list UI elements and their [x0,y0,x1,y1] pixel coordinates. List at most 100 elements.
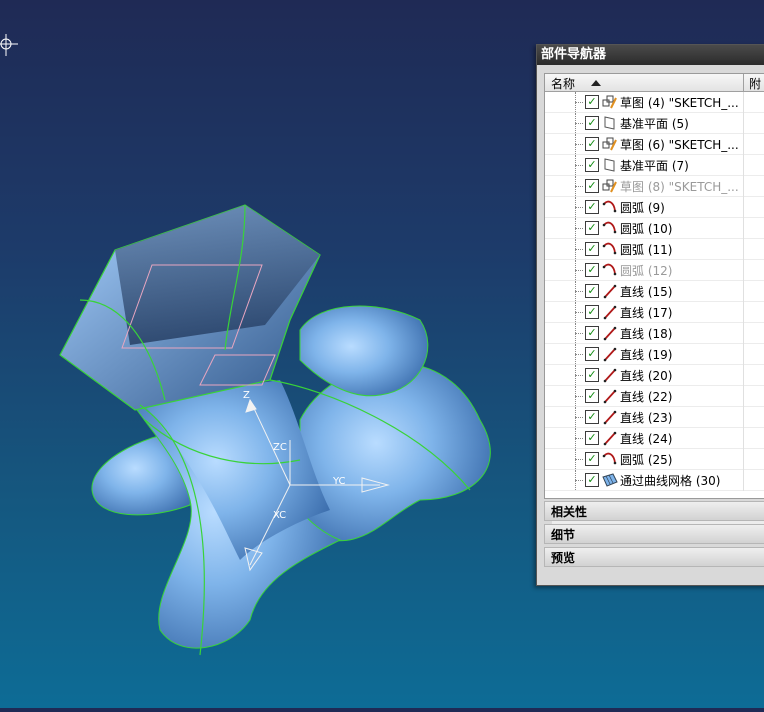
arc-icon [602,199,618,215]
tree-node-label: 圆弧 (11) [620,243,673,257]
visibility-checkbox[interactable]: ✓ [585,179,599,193]
tree-node[interactable]: ✓ 基准平面 (5) [545,113,764,134]
tree-connector [575,207,583,208]
part-navigator-panel: 部件导航器 名称 附 ✓ 草图 (4) "SKETCH_... ✓ 基准平面 (5) ✓… [536,44,764,586]
tree-node-label: 直线 (17) [620,306,673,320]
tree-node-label: 圆弧 (10) [620,222,673,236]
tree-node-label: 圆弧 (9) [620,201,665,215]
column-header-name[interactable]: 名称 [551,75,575,92]
visibility-checkbox[interactable]: ✓ [585,242,599,256]
column-header-attach[interactable]: 附 [749,75,761,92]
section-details[interactable]: 细节 [544,524,764,544]
tree-node[interactable]: ✓ 直线 (24) [545,428,764,449]
column-divider [743,281,744,302]
tree-node[interactable]: ✓ 直线 (22) [545,386,764,407]
tree-connector [575,165,583,166]
tree-connector [575,438,583,439]
navigator-tree[interactable]: 名称 附 ✓ 草图 (4) "SKETCH_... ✓ 基准平面 (5) ✓ 草图 (6)… [544,73,764,527]
visibility-checkbox[interactable]: ✓ [585,137,599,151]
column-divider [743,218,744,239]
tree-node[interactable]: ✓ 基准平面 (7) [545,155,764,176]
tree-node[interactable]: ✓ 草图 (6) "SKETCH_... [545,134,764,155]
tree-node[interactable]: ✓ 直线 (18) [545,323,764,344]
tree-node[interactable]: ✓ 通过曲线网格 (30) [545,470,764,491]
visibility-checkbox[interactable]: ✓ [585,368,599,382]
tree-node-label: 草图 (6) "SKETCH_... [620,138,739,152]
arc-icon [602,262,618,278]
column-divider [743,260,744,281]
tree-node[interactable]: ✓ 直线 (15) [545,281,764,302]
tree-connector [575,144,583,145]
axis-label-z: Z [243,390,250,401]
panel-title[interactable]: 部件导航器 [537,45,764,65]
arc-icon [602,451,618,467]
surface-lobe-upper [299,305,429,397]
visibility-checkbox[interactable]: ✓ [585,326,599,340]
tree-node-label: 圆弧 (12) [620,264,673,278]
column-divider [743,92,744,113]
tree-node-label: 基准平面 (7) [620,159,689,173]
tree-node[interactable]: ✓ 圆弧 (25) [545,449,764,470]
tree-node-label: 直线 (19) [620,348,673,362]
tree-connector [575,417,583,418]
sketch-icon [602,136,618,152]
tree-node[interactable]: ✓ 直线 (17) [545,302,764,323]
tree-node[interactable]: ✓ 草图 (8) "SKETCH_... [545,176,764,197]
tree-node-label: 直线 (15) [620,285,673,299]
column-divider [743,365,744,386]
line-icon [602,388,618,404]
tree-node-label: 直线 (22) [620,390,673,404]
datum-plane-icon [602,115,618,131]
tree-node[interactable]: ✓ 圆弧 (11) [545,239,764,260]
tree-node[interactable]: ✓ 直线 (20) [545,365,764,386]
visibility-checkbox[interactable]: ✓ [585,347,599,361]
column-divider [743,197,744,218]
tree-connector [575,375,583,376]
column-divider [743,344,744,365]
tree-node[interactable]: ✓ 草图 (4) "SKETCH_... [545,92,764,113]
tree-node-label: 直线 (18) [620,327,673,341]
tree-node[interactable]: ✓ 直线 (19) [545,344,764,365]
visibility-checkbox[interactable]: ✓ [585,116,599,130]
tree-connector [575,186,583,187]
column-divider [743,449,744,470]
visibility-checkbox[interactable]: ✓ [585,452,599,466]
tree-node-label: 草图 (8) "SKETCH_... [620,180,739,194]
tree-node[interactable]: ✓ 直线 (23) [545,407,764,428]
visibility-checkbox[interactable]: ✓ [585,305,599,319]
visibility-checkbox[interactable]: ✓ [585,158,599,172]
visibility-checkbox[interactable]: ✓ [585,410,599,424]
sketch-icon [602,94,618,110]
line-icon [602,367,618,383]
section-dependencies[interactable]: 相关性 [544,501,764,521]
line-icon [602,325,618,341]
column-divider[interactable] [743,74,744,91]
tree-connector [575,123,583,124]
visibility-checkbox[interactable]: ✓ [585,389,599,403]
tree-node[interactable]: ✓ 圆弧 (10) [545,218,764,239]
tree-connector [575,312,583,313]
column-divider [743,113,744,134]
datum-plane-icon [602,157,618,173]
visibility-checkbox[interactable]: ✓ [585,221,599,235]
tree-node[interactable]: ✓ 圆弧 (9) [545,197,764,218]
arc-icon [602,220,618,236]
tree-rows: ✓ 草图 (4) "SKETCH_... ✓ 基准平面 (5) ✓ 草图 (6) "SKE… [545,92,764,491]
visibility-checkbox[interactable]: ✓ [585,284,599,298]
tree-header: 名称 附 [545,74,764,92]
visibility-checkbox[interactable]: ✓ [585,263,599,277]
line-icon [602,430,618,446]
tree-node-label: 直线 (24) [620,432,673,446]
visibility-checkbox[interactable]: ✓ [585,200,599,214]
arc-icon [602,241,618,257]
sketch-icon [602,178,618,194]
line-icon [602,304,618,320]
line-icon [602,346,618,362]
column-divider [743,323,744,344]
visibility-checkbox[interactable]: ✓ [585,473,599,487]
visibility-checkbox[interactable]: ✓ [585,95,599,109]
tree-connector [575,480,583,481]
section-preview[interactable]: 预览 [544,547,764,567]
tree-node[interactable]: ✓ 圆弧 (12) [545,260,764,281]
visibility-checkbox[interactable]: ✓ [585,431,599,445]
